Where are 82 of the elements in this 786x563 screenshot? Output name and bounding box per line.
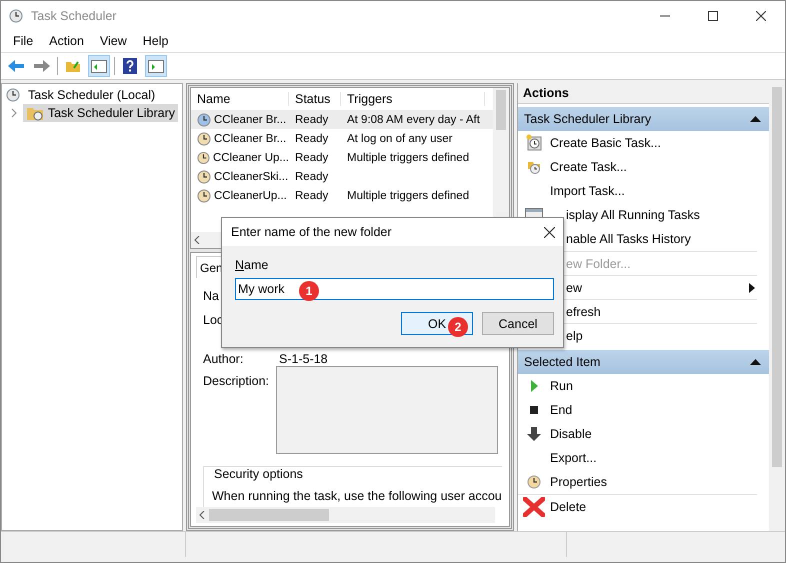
- menu-item[interactable]: View: [92, 34, 135, 48]
- clock-icon: [527, 475, 541, 489]
- description-field[interactable]: [276, 366, 498, 454]
- field-label: Author:: [203, 352, 244, 366]
- window-title: Task Scheduler: [31, 8, 118, 22]
- security-text: When running the task, use the following user accou: [212, 489, 502, 504]
- menu-item[interactable]: Help: [134, 34, 176, 48]
- action-link[interactable]: isplay All Running Tasks: [566, 208, 700, 222]
- task-name: CCleanerSki...: [214, 170, 288, 182]
- folder-clock-icon: [26, 105, 44, 121]
- pane-toggle-icon[interactable]: [145, 55, 167, 77]
- task-name: CCleaner Up...: [212, 152, 289, 164]
- clock-icon: [9, 8, 23, 22]
- action-link[interactable]: Import Task...: [550, 184, 625, 198]
- submenu-arrow-icon: [749, 282, 755, 292]
- action-link[interactable]: Delete: [550, 500, 586, 514]
- field-label: Na: [203, 288, 219, 305]
- task-status: Ready: [294, 170, 330, 182]
- menu-item[interactable]: File: [5, 34, 42, 48]
- task-row[interactable]: CCleanerSki... Ready: [191, 167, 493, 186]
- horizontal-scrollbar[interactable]: [196, 507, 495, 523]
- action-link[interactable]: efresh: [566, 304, 601, 318]
- tree-item[interactable]: Task Scheduler (Local): [25, 87, 158, 103]
- action-link[interactable]: Disable: [550, 427, 592, 441]
- section-header[interactable]: Selected Item: [518, 350, 769, 374]
- action-link[interactable]: End: [550, 403, 572, 417]
- folder-name-field[interactable]: My work 1: [235, 278, 554, 300]
- action-link[interactable]: elp: [566, 328, 583, 342]
- step-badge: 1: [299, 281, 319, 301]
- task-status: Ready: [294, 190, 330, 202]
- task-trigger: Multiple triggers defined: [346, 190, 470, 202]
- clock-folder-icon: [526, 159, 542, 175]
- section-header[interactable]: Task Scheduler Library: [518, 107, 769, 131]
- action-link[interactable]: ew: [566, 280, 582, 294]
- task-status: Ready: [294, 114, 330, 126]
- column-header[interactable]: Triggers: [341, 92, 485, 106]
- task-trigger: At 9:08 AM every day - Aft: [346, 114, 481, 126]
- chevron-right-icon[interactable]: [10, 108, 18, 118]
- task-row[interactable]: CCleanerUp... Ready Multiple triggers defined: [191, 186, 493, 205]
- action-link[interactable]: Run: [550, 379, 573, 393]
- menu-item[interactable]: Action: [41, 34, 92, 48]
- task-trigger: Multiple triggers defined: [346, 152, 470, 164]
- dialog-button[interactable]: Cancel: [482, 312, 554, 335]
- clock-icon: [197, 112, 211, 126]
- tree-item[interactable]: Task Scheduler Library: [22, 104, 178, 122]
- close-icon[interactable]: [544, 226, 555, 238]
- stop-icon: [527, 403, 541, 417]
- collapse-icon[interactable]: [750, 359, 761, 365]
- clock-icon: [197, 188, 211, 202]
- vertical-scrollbar[interactable]: [769, 83, 785, 531]
- scroll-left-icon[interactable]: [194, 236, 200, 244]
- task-trigger: At log on of any user: [346, 132, 454, 144]
- column-header[interactable]: Status: [289, 92, 341, 106]
- column-header[interactable]: Name: [191, 92, 289, 106]
- dialog-title: Enter name of the new folder: [231, 225, 392, 239]
- task-row[interactable]: CCleaner Up... Ready Multiple triggers defined: [191, 148, 493, 167]
- action-link[interactable]: Create Task...: [550, 160, 627, 174]
- field-label: Description:: [203, 373, 270, 390]
- scroll-left-icon[interactable]: [199, 511, 205, 519]
- pane-toggle-icon[interactable]: [88, 55, 110, 77]
- field-value: S-1-5-18: [279, 352, 328, 366]
- task-name: CCleaner Br...: [214, 114, 286, 126]
- clock-icon: [197, 150, 210, 164]
- action-link[interactable]: Export...: [550, 451, 597, 465]
- task-status: Ready: [294, 132, 330, 144]
- action-link[interactable]: Create Basic Task...: [550, 136, 661, 150]
- down-arrow-icon: [526, 426, 542, 442]
- group-title: Security options: [212, 467, 305, 482]
- collapse-icon[interactable]: [750, 116, 761, 122]
- action-link[interactable]: nable All Tasks History: [566, 232, 691, 246]
- task-name: CCleaner Br...: [214, 132, 286, 144]
- delete-icon: [523, 496, 545, 516]
- clock-icon: [6, 88, 20, 102]
- task-row[interactable]: CCleaner Br... Ready At log on of any user: [191, 129, 493, 148]
- clock-icon: [197, 132, 211, 146]
- task-status: Ready: [294, 152, 330, 164]
- field-label: Name: [235, 258, 270, 272]
- task-row[interactable]: CCleaner Br... Ready At 9:08 AM every day - Aft: [191, 110, 493, 129]
- pane-title: Actions: [518, 83, 769, 104]
- task-name: CCleanerUp...: [214, 190, 287, 202]
- action-link[interactable]: Properties: [550, 475, 607, 489]
- clock-icon: [197, 170, 211, 184]
